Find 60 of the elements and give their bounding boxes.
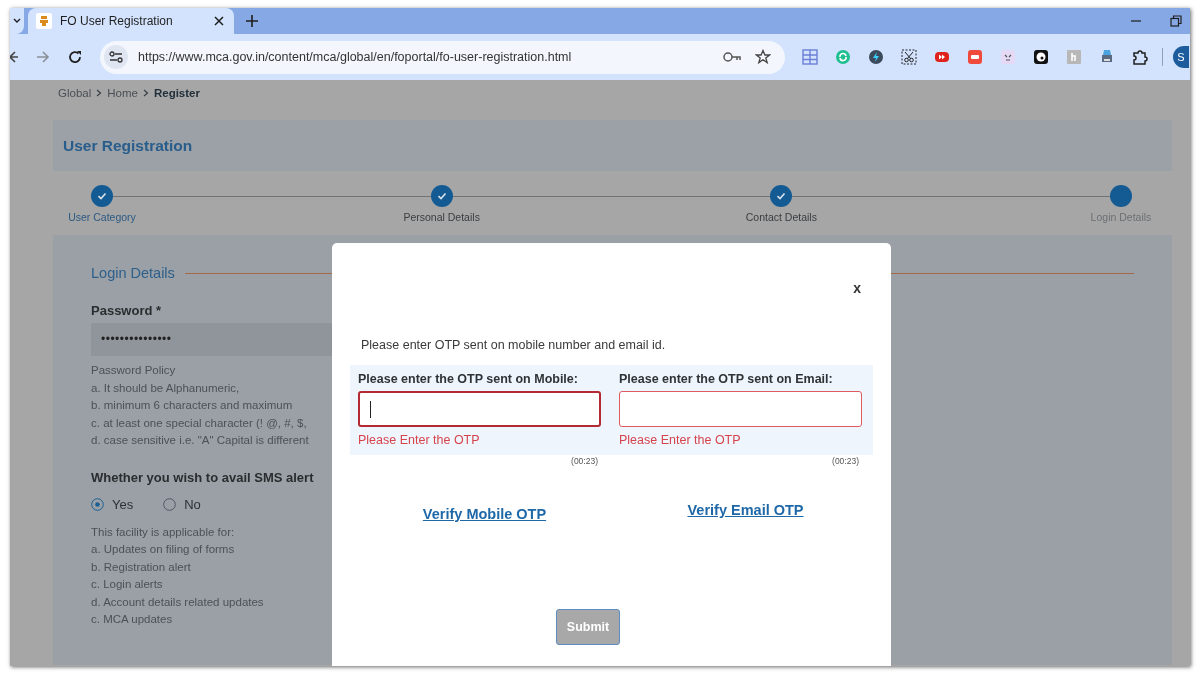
facility-text: This facility is applicable for: <box>91 524 235 540</box>
breadcrumb-link[interactable]: Global <box>58 87 92 99</box>
policy-text: c. at least one special character (! @, #, $, <box>91 415 307 431</box>
policy-text: Password Policy <box>91 363 176 378</box>
facility-text: c. Login alerts <box>91 577 163 592</box>
fast-forward-icon[interactable] <box>934 49 950 65</box>
chevron-down-icon <box>13 17 21 25</box>
extensions-icon[interactable] <box>1132 49 1148 65</box>
screen-icon[interactable] <box>967 49 983 65</box>
step-label: User Category <box>68 211 136 223</box>
policy-text: b. minimum 6 characters and maximum <box>91 398 293 413</box>
chevron-right-icon <box>96 89 103 97</box>
field-label: Please enter the OTP sent on Email: <box>619 372 834 386</box>
emblem-icon <box>36 13 52 29</box>
page-title: User Registration <box>63 136 193 155</box>
error-message: Please Enter the OTP <box>619 433 742 447</box>
error-message: Please Enter the OTP <box>358 433 481 447</box>
site-info-button[interactable] <box>104 45 128 69</box>
facility-text: d. Account details related updates <box>91 594 264 610</box>
section-title: Login Details <box>91 265 175 281</box>
field-label: Password * <box>91 303 163 318</box>
restore-icon[interactable] <box>1170 15 1182 27</box>
reload-icon[interactable] <box>68 50 82 64</box>
countdown-timer: (00:23) <box>832 456 859 466</box>
policy-text: a. It should be Alphanumeric, <box>91 380 240 396</box>
key-icon[interactable] <box>723 52 741 62</box>
breadcrumb-link[interactable]: Register <box>153 87 200 99</box>
grid-icon[interactable] <box>802 49 818 65</box>
facility-text: a. Updates on filing of forms <box>91 542 235 557</box>
printer-icon[interactable] <box>1099 49 1115 65</box>
field-label: Please enter the OTP sent on Mobile: <box>358 372 579 386</box>
new-tab-icon[interactable] <box>246 15 258 27</box>
question-text: Whether you wish to avail SMS alert <box>91 469 315 485</box>
back-icon[interactable] <box>10 50 18 64</box>
otp-input-field[interactable] <box>358 391 601 427</box>
facility-text: b. Registration alert <box>91 559 191 575</box>
browser-tab[interactable]: FO User Registration <box>28 8 234 34</box>
star-icon[interactable] <box>755 49 771 65</box>
policy-text: d. case sensitive i.e. "A" Capital is different <box>91 433 309 448</box>
bolt-icon[interactable] <box>868 49 884 65</box>
profile-avatar[interactable]: S <box>1173 46 1189 68</box>
close-button[interactable]: x <box>853 280 861 296</box>
breadcrumb-link[interactable]: Home <box>107 87 138 99</box>
scissors-icon[interactable] <box>901 49 917 65</box>
countdown-timer: (00:23) <box>571 456 598 466</box>
step-label: Personal Details <box>403 211 480 223</box>
facility-text: c. MCA updates <box>91 612 173 627</box>
tab-search-button[interactable] <box>10 8 24 34</box>
radio-option[interactable]: No <box>163 496 201 512</box>
radio-option[interactable]: Yes <box>91 496 134 512</box>
chevron-right-icon <box>142 89 149 97</box>
tile-icon[interactable] <box>1066 49 1082 65</box>
verify-link[interactable]: Verify Email OTP <box>687 502 804 522</box>
address-bar[interactable]: https://www.mca.gov.in/content/mca/global/en/foportal/fo-user-registration.html <box>100 40 785 74</box>
verify-link[interactable]: Verify Mobile OTP <box>422 506 547 522</box>
otp-input-field[interactable] <box>619 391 862 427</box>
close-icon[interactable] <box>214 16 224 26</box>
tune-icon <box>109 51 123 63</box>
text-cursor <box>370 401 371 418</box>
step-label: Contact Details <box>745 211 817 223</box>
